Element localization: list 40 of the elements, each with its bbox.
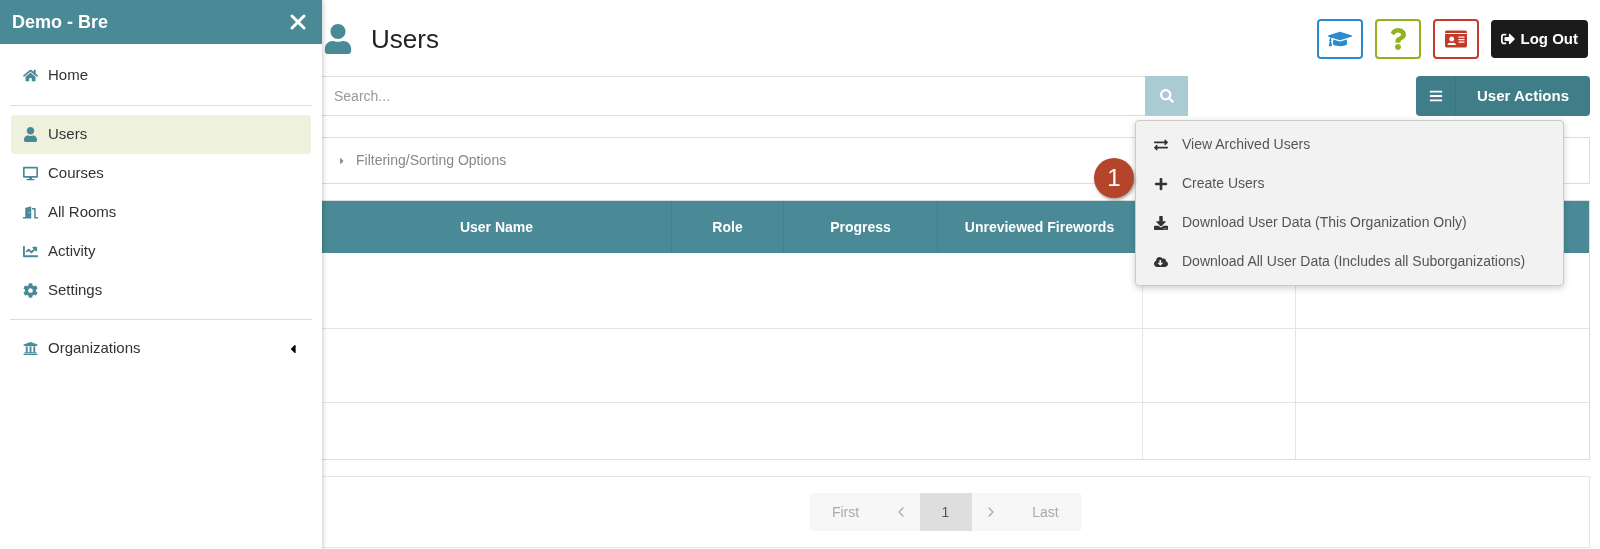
page-button[interactable]: 1 (919, 493, 972, 531)
plus-icon (1154, 176, 1168, 191)
organization-name: Demo - Bre (12, 10, 109, 34)
settings-icon (23, 283, 38, 298)
sidebar-item[interactable]: Activity (11, 232, 311, 271)
step-badge: 1 (1094, 158, 1134, 198)
swap-arrows-icon (1154, 137, 1168, 152)
building-icon (23, 341, 38, 356)
sidebar-item[interactable]: Courses (11, 154, 311, 193)
sidebar-item[interactable]: Home (11, 56, 311, 95)
page-title: Users (371, 22, 440, 56)
column-header: User Name (322, 201, 672, 253)
sidebar-item[interactable]: Organizations (11, 329, 311, 368)
column-header: Progress (784, 201, 938, 253)
menu-icon (1428, 89, 1443, 103)
log-out-button[interactable]: Log Out (1490, 20, 1588, 58)
sign-out-icon (1500, 32, 1515, 46)
search-field[interactable]: Search... (322, 76, 1145, 116)
column-header: Role (672, 201, 784, 253)
search-icon (1159, 89, 1174, 103)
sidebar-item[interactable]: Settings (11, 271, 311, 310)
help-icon (1388, 28, 1407, 50)
caret-right-icon (338, 155, 346, 166)
download-icon (1154, 215, 1168, 230)
filter-label: Filtering/Sorting Options (356, 151, 507, 170)
home-icon (23, 68, 38, 83)
monitor-icon (23, 166, 38, 181)
sidebar-item[interactable]: Users (11, 115, 311, 154)
user-actions-button[interactable]: User Actions (1416, 76, 1590, 116)
line-chart-icon (23, 244, 38, 259)
search-button[interactable] (1145, 76, 1188, 116)
sidebar-item[interactable]: All Rooms (11, 193, 311, 232)
cloud-download-icon (1154, 254, 1168, 269)
user-icon (323, 24, 353, 54)
id-card-button[interactable] (1432, 19, 1479, 59)
graduation-cap-button[interactable] (1316, 19, 1363, 59)
id-card-icon (1444, 29, 1467, 49)
help-button[interactable] (1374, 19, 1421, 59)
user-icon (23, 127, 38, 142)
door-icon (23, 205, 38, 220)
